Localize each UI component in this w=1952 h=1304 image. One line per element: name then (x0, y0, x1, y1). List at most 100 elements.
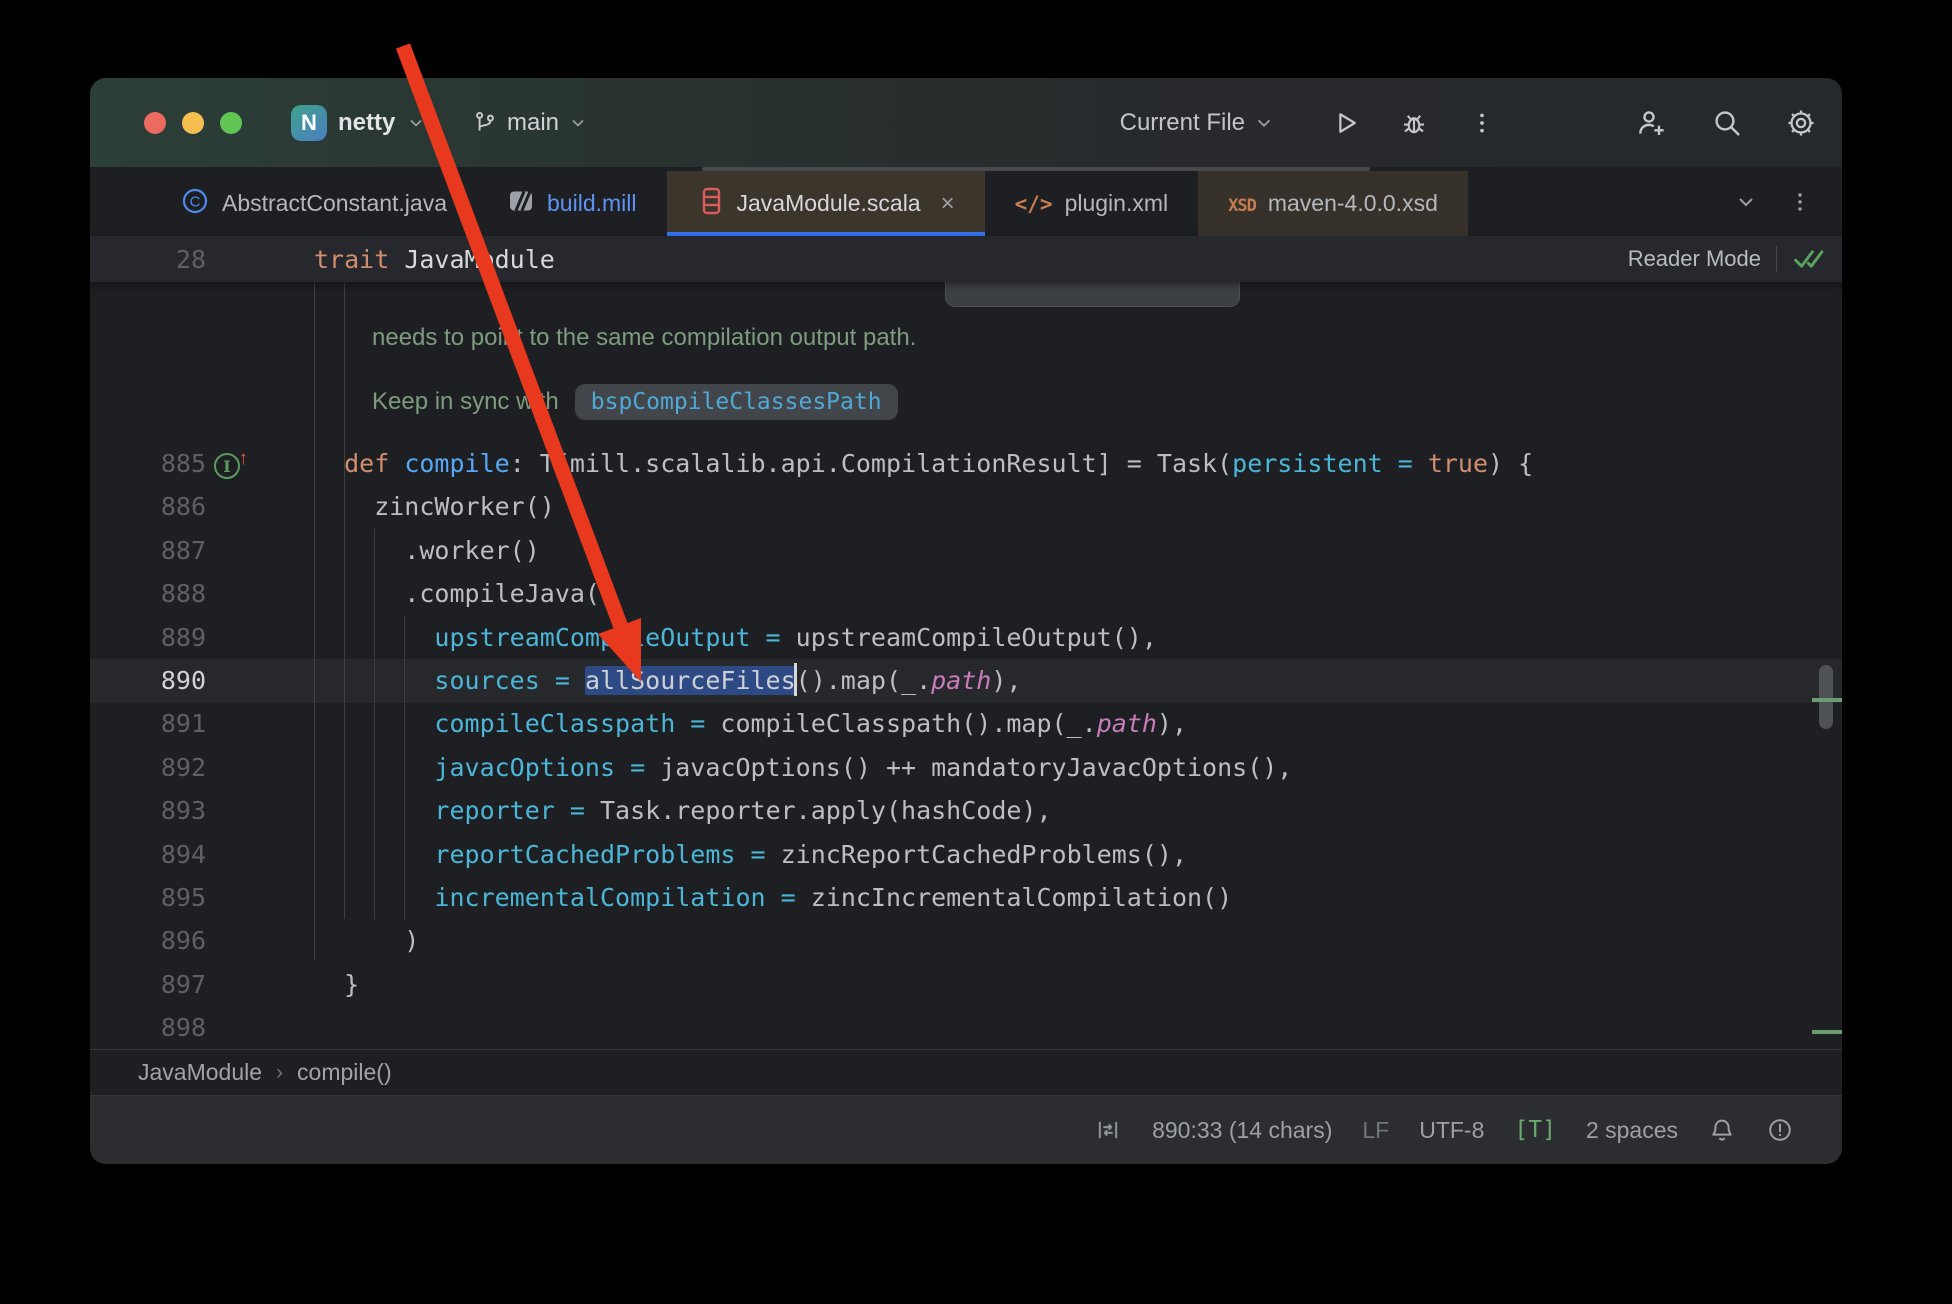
line-number: 893 (90, 789, 206, 832)
vcs-branch-widget[interactable]: main (472, 78, 588, 167)
code-line-888[interactable]: 888 .compileJava( (90, 572, 1842, 615)
code-token (314, 623, 434, 652)
doc-code-chip[interactable]: bspCompileClassesPath (575, 384, 898, 420)
code-line-886[interactable]: 886 zincWorker() (90, 485, 1842, 528)
line-number: 889 (90, 616, 206, 659)
line-number: 885 (90, 442, 206, 485)
debug-button[interactable] (1399, 108, 1429, 138)
line-text: zincWorker() (314, 485, 555, 528)
doc-comment-line: Keep in sync with bspCompileClassesPath (372, 384, 898, 420)
line-text: def compile: T[mill.scalalib.api.Compila… (314, 442, 1533, 485)
code-token: incrementalCompilation = (434, 883, 810, 912)
run-configuration-selector[interactable]: Current File (1120, 109, 1275, 137)
code-token: ) { (1488, 449, 1533, 478)
code-line-891[interactable]: 891 compileClasspath = compileClasspath(… (90, 702, 1842, 745)
line-number: 892 (90, 746, 206, 789)
more-actions-kebab-icon[interactable] (1469, 110, 1495, 136)
encoding-widget[interactable]: UTF-8 (1419, 1117, 1484, 1144)
code-token: path (931, 666, 991, 695)
search-everywhere-icon[interactable] (1711, 107, 1743, 139)
close-window-button[interactable] (144, 112, 166, 134)
code-token: ), (1157, 709, 1187, 738)
code-line-898[interactable]: 898 (90, 1006, 1842, 1049)
tab-AbstractConstant.java[interactable]: CAbstractConstant.java (150, 171, 477, 236)
ide-error-indicator-icon[interactable] (1766, 1116, 1794, 1144)
code-token: upstreamCompileOutput = (434, 623, 795, 652)
code-with-me-icon[interactable] (1635, 107, 1667, 139)
line-text: ) (314, 919, 419, 962)
line-number: 897 (90, 963, 206, 1006)
code-token: javacOptions = (434, 753, 660, 782)
divider (1776, 246, 1777, 272)
code-token: = (1383, 449, 1428, 478)
code-line-885[interactable]: 885 def compile: T[mill.scalalib.api.Com… (90, 442, 1842, 485)
project-name: netty (338, 109, 395, 137)
tab-options-kebab-icon[interactable] (1788, 190, 1812, 214)
todo-badge[interactable]: [T] (1514, 1117, 1556, 1143)
code-token: : T[mill.scalalib.api.CompilationResult]… (510, 449, 1232, 478)
breadcrumb-item-method[interactable]: compile() (297, 1059, 392, 1086)
minimize-window-button[interactable] (182, 112, 204, 134)
run-config-label: Current File (1120, 109, 1245, 137)
line-separator-widget[interactable]: LF (1362, 1117, 1389, 1144)
project-widget[interactable]: N netty (291, 78, 426, 167)
code-token: compileClasspath = (434, 709, 720, 738)
editor-tab-bar: CAbstractConstant.javabuild.millJavaModu… (90, 167, 1842, 236)
column-arrows-icon[interactable] (1094, 1116, 1122, 1144)
code-line-890[interactable]: 890 sources = allSourceFiles().map(_.pat… (90, 659, 1842, 702)
sticky-line-number: 28 (90, 236, 206, 282)
code-line-895[interactable]: 895 incrementalCompilation = zincIncreme… (90, 876, 1842, 919)
line-number: 891 (90, 702, 206, 745)
breadcrumb: JavaModule › compile() (90, 1049, 1842, 1095)
tab-label: maven-4.0.0.xsd (1268, 190, 1438, 217)
code-token: path (1097, 709, 1157, 738)
line-text: upstreamCompileOutput = upstreamCompileO… (314, 616, 1157, 659)
line-number: 894 (90, 833, 206, 876)
code-token: ), (991, 666, 1021, 695)
code-line-892[interactable]: 892 javacOptions = javacOptions() ++ man… (90, 746, 1842, 789)
sticky-line-code: trait JavaModule (314, 236, 555, 282)
code-token: zincIncrementalCompilation() (811, 883, 1232, 912)
code-token: ().map(_. (796, 666, 931, 695)
tab-build.mill[interactable]: build.mill (477, 171, 666, 236)
line-text: javacOptions = javacOptions() ++ mandato… (314, 746, 1292, 789)
run-button[interactable] (1331, 108, 1361, 138)
chevron-down-icon (406, 113, 426, 133)
editor-scrollbar-thumb[interactable] (1819, 665, 1833, 729)
code-line-887[interactable]: 887 .worker() (90, 529, 1842, 572)
code-token (314, 883, 434, 912)
tab-plugin.xml[interactable]: </>plugin.xml (985, 171, 1198, 236)
git-branch-icon (472, 110, 498, 136)
tab-label: plugin.xml (1065, 190, 1169, 217)
code-token: persistent (1232, 449, 1383, 478)
reader-mode-checks-icon[interactable] (1792, 246, 1828, 272)
ide-window: N netty main Current File (90, 78, 1842, 1164)
code-token: def (344, 449, 389, 478)
breadcrumb-separator-icon: › (276, 1061, 283, 1085)
code-line-894[interactable]: 894 reportCachedProblems = zincReportCac… (90, 833, 1842, 876)
java-class-file-icon: C (180, 186, 210, 222)
code-line-896[interactable]: 896 ) (90, 919, 1842, 962)
code-line-893[interactable]: 893 reporter = Task.reporter.apply(hashC… (90, 789, 1842, 832)
zoom-window-button[interactable] (220, 112, 242, 134)
notifications-bell-icon[interactable] (1708, 1116, 1736, 1144)
close-tab-icon[interactable]: × (941, 190, 955, 218)
indent-widget[interactable]: 2 spaces (1586, 1117, 1678, 1144)
tab-JavaModule.scala[interactable]: JavaModule.scala× (667, 171, 985, 236)
reader-mode-label: Reader Mode (1628, 246, 1761, 272)
code-line-897[interactable]: 897 } (90, 963, 1842, 1006)
breadcrumb-item-class[interactable]: JavaModule (138, 1059, 262, 1086)
line-number: 887 (90, 529, 206, 572)
line-number: 888 (90, 572, 206, 615)
sticky-header-line[interactable]: 28 trait JavaModule Reader Mode (90, 236, 1842, 282)
doc-comment-text: Keep in sync with (372, 388, 559, 416)
code-token (314, 709, 434, 738)
code-line-889[interactable]: 889 upstreamCompileOutput = upstreamComp… (90, 616, 1842, 659)
caret-position-widget[interactable]: 890:33 (14 chars) (1152, 1117, 1332, 1144)
hidden-tabs-chevron-icon[interactable] (1734, 190, 1758, 214)
editor-pane[interactable]: needs to point to the same compilation o… (90, 282, 1842, 1049)
tab-maven-4.0.0.xsd[interactable]: XSDmaven-4.0.0.xsd (1198, 171, 1468, 236)
settings-gear-icon[interactable] (1785, 107, 1817, 139)
code-token: } (314, 970, 359, 999)
code-token: reporter = (434, 796, 600, 825)
